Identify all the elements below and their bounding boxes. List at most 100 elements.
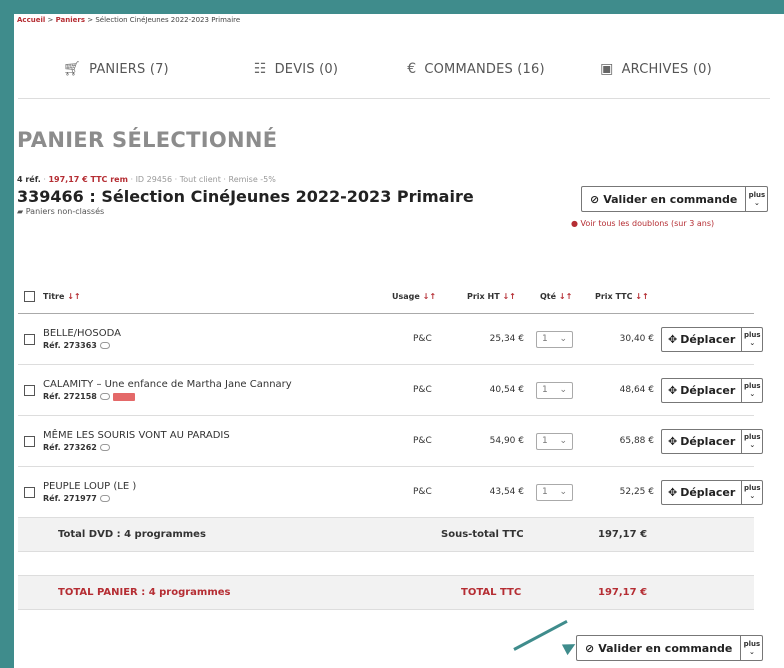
quantity-select[interactable]: 1 ⌄: [536, 483, 573, 501]
tab-archives[interactable]: ▣ ARCHIVES (0): [566, 52, 746, 86]
check-circle-icon: ⊘: [590, 192, 600, 206]
alert-icon: ●: [571, 219, 578, 228]
euro-icon: €: [407, 61, 417, 77]
duplicates-link[interactable]: ● Voir tous les doublons (sur 3 ans): [571, 219, 714, 228]
quantity-select[interactable]: 1 ⌄: [536, 381, 573, 399]
header-price-ht[interactable]: Prix HT ↓↑: [467, 292, 516, 301]
product-price-ttc: 65,88 €: [619, 436, 654, 446]
row-checkbox[interactable]: [24, 435, 35, 447]
product-usage: P&C: [413, 436, 432, 446]
product-price-ttc: 52,25 €: [619, 487, 654, 497]
table-row: PEUPLE LOUP (LE ) Réf. 271977 P&C 43,54 €…: [18, 467, 764, 518]
breadcrumb-current: Sélection CinéJeunes 2022-2023 Primaire: [95, 16, 241, 24]
product-price-ht: 54,90 €: [489, 436, 524, 446]
move-button[interactable]: ✥ Déplacer plus ⌄: [661, 479, 764, 505]
main-tabs: 🛒︎ PANIERS (7) ☷ DEVIS (0) € COMMANDES (…: [26, 52, 746, 86]
product-title[interactable]: BELLE/HOSODA: [43, 328, 121, 339]
validate-order-button-bottom[interactable]: ⊘ Valider en commande plus ⌄: [576, 635, 764, 661]
cart-total-meta: 197,17 € TTC rem: [48, 175, 128, 184]
breadcrumb-home[interactable]: Accueil: [17, 16, 45, 24]
chevron-down-icon: ⌄: [753, 199, 760, 207]
cart-table: Titre ↓↑ Usage ↓↑ Prix HT ↓↑ Qté ↓↑ Prix…: [18, 280, 764, 610]
tab-quotes[interactable]: ☷ DEVIS (0): [206, 52, 386, 86]
tabs-divider: [18, 98, 770, 99]
chevron-down-icon: ⌄: [748, 648, 755, 656]
move-icon: ✥: [668, 383, 678, 397]
tab-orders[interactable]: € COMMANDES (16): [386, 52, 566, 86]
subtotal-label: Total DVD : 4 programmes: [58, 529, 206, 540]
folder-icon: ▰: [17, 207, 24, 216]
move-button[interactable]: ✥ Déplacer plus ⌄: [661, 326, 764, 352]
validate-more-button[interactable]: plus ⌄: [740, 636, 762, 660]
product-ref: Réf. 273363: [43, 341, 97, 350]
row-checkbox[interactable]: [24, 384, 35, 396]
comment-icon[interactable]: [99, 444, 110, 451]
chevron-down-icon: ⌄: [749, 441, 756, 449]
comment-icon[interactable]: [99, 495, 110, 502]
move-more-button[interactable]: plus ⌄: [741, 480, 762, 504]
page-title: PANIER SÉLECTIONNÉ: [17, 128, 278, 152]
truck-icon: [112, 392, 135, 401]
total-label: TOTAL PANIER : 4 programmes: [58, 587, 231, 598]
chevron-down-icon: ⌄: [559, 436, 567, 446]
chevron-down-icon: ⌄: [559, 385, 567, 395]
product-price-ttc: 48,64 €: [619, 385, 654, 395]
chevron-down-icon: ⌄: [749, 390, 756, 398]
chevron-down-icon: ⌄: [749, 492, 756, 500]
product-title[interactable]: CALAMITY – Une enfance de Martha Jane Ca…: [43, 379, 292, 390]
product-title[interactable]: PEUPLE LOUP (LE ): [43, 481, 136, 492]
document-icon: ☷: [253, 61, 267, 77]
cart-icon: 🛒︎: [63, 61, 82, 77]
breadcrumb: Accueil > Paniers > Sélection CinéJeunes…: [17, 16, 241, 24]
move-icon: ✥: [668, 485, 678, 499]
table-row: CALAMITY – Une enfance de Martha Jane Ca…: [18, 365, 764, 416]
chevron-down-icon: ⌄: [749, 339, 756, 347]
table-row: BELLE/HOSODA Réf. 273363 P&C 25,34 € 1 ⌄ 3…: [18, 314, 764, 365]
product-usage: P&C: [413, 334, 432, 344]
validate-more-button[interactable]: plus ⌄: [745, 187, 767, 211]
move-icon: ✥: [668, 332, 678, 346]
cart-folder[interactable]: ▰ Paniers non-classés: [17, 207, 104, 216]
header-usage[interactable]: Usage ↓↑: [392, 292, 436, 301]
product-ref: Réf. 273262: [43, 443, 97, 452]
subtotal-sublabel: Sous-total TTC: [441, 529, 524, 540]
product-usage: P&C: [413, 385, 432, 395]
move-icon: ✥: [668, 434, 678, 448]
product-price-ttc: 30,40 €: [619, 334, 654, 344]
header-price-ttc[interactable]: Prix TTC ↓↑: [595, 292, 649, 301]
product-title[interactable]: MÊME LES SOURIS VONT AU PARADIS: [43, 430, 230, 441]
move-more-button[interactable]: plus ⌄: [741, 378, 762, 402]
move-button[interactable]: ✥ Déplacer plus ⌄: [661, 428, 764, 454]
cart-name: 339466 : Sélection CinéJeunes 2022-2023 …: [17, 187, 474, 206]
subtotal-row: Total DVD : 4 programmes Sous-total TTC …: [18, 518, 754, 552]
product-price-ht: 25,34 €: [489, 334, 524, 344]
comment-icon[interactable]: [99, 342, 110, 349]
header-title[interactable]: Titre ↓↑: [43, 292, 81, 301]
row-checkbox[interactable]: [24, 486, 35, 498]
product-price-ht: 40,54 €: [489, 385, 524, 395]
breadcrumb-carts[interactable]: Paniers: [56, 16, 85, 24]
check-circle-icon: ⊘: [585, 641, 595, 655]
comment-icon[interactable]: [99, 393, 110, 400]
row-checkbox[interactable]: [24, 333, 35, 345]
chevron-down-icon: ⌄: [559, 334, 567, 344]
product-price-ht: 43,54 €: [489, 487, 524, 497]
chevron-down-icon: ⌄: [559, 487, 567, 497]
move-more-button[interactable]: plus ⌄: [741, 429, 762, 453]
select-all-checkbox[interactable]: [24, 291, 35, 302]
move-more-button[interactable]: plus ⌄: [741, 327, 762, 351]
cart-meta: 4 réf. · 197,17 € TTC rem · ID 29456 · T…: [17, 175, 276, 184]
product-usage: P&C: [413, 487, 432, 497]
archive-icon: ▣: [600, 61, 614, 77]
move-button[interactable]: ✥ Déplacer plus ⌄: [661, 377, 764, 403]
product-ref: Réf. 272158: [43, 392, 97, 401]
quantity-select[interactable]: 1 ⌄: [536, 432, 573, 450]
product-ref: Réf. 271977: [43, 494, 97, 503]
table-row: MÊME LES SOURIS VONT AU PARADIS Réf. 2732…: [18, 416, 764, 467]
header-qty[interactable]: Qté ↓↑: [540, 292, 572, 301]
validate-order-button-top[interactable]: ⊘ Valider en commande plus ⌄: [581, 186, 769, 212]
total-row: TOTAL PANIER : 4 programmes TOTAL TTC 19…: [18, 576, 754, 610]
quantity-select[interactable]: 1 ⌄: [536, 330, 573, 348]
tab-carts[interactable]: 🛒︎ PANIERS (7): [26, 52, 206, 86]
total-value: 197,17 €: [598, 587, 648, 598]
